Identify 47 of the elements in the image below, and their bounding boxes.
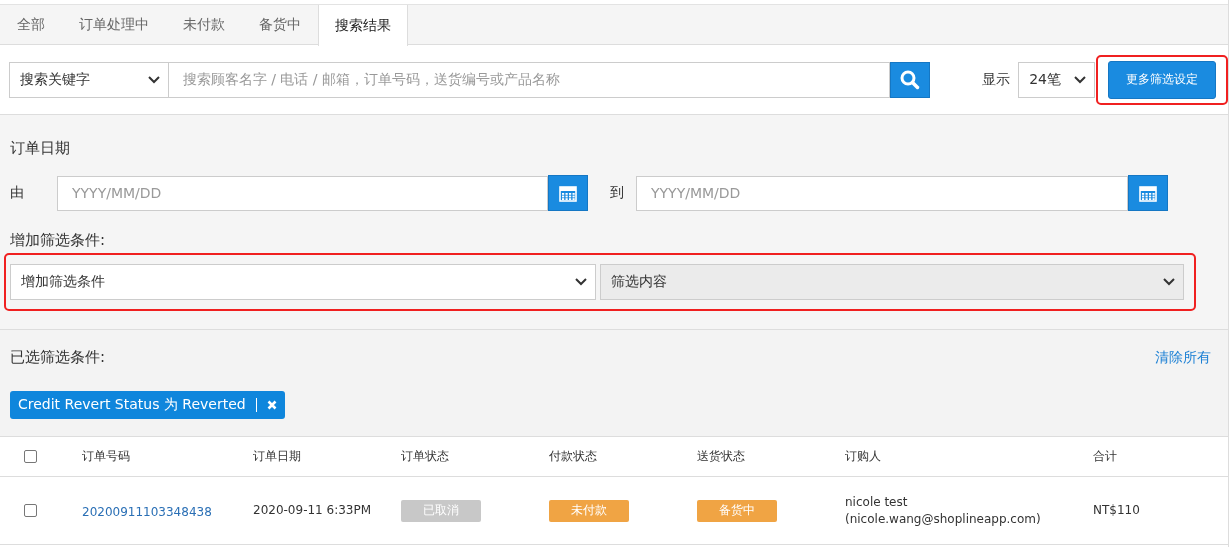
search-button[interactable]	[890, 61, 931, 98]
keyword-select[interactable]: 搜索关键字	[9, 61, 169, 98]
section-title: 已选筛选条件:	[10, 348, 106, 367]
status-badge: 未付款	[549, 499, 629, 522]
chevron-icon	[147, 75, 160, 84]
column-header: 订购人	[845, 448, 882, 465]
column-header: 付款状态	[549, 448, 598, 465]
section-title: 订单日期	[9, 139, 71, 158]
more-filters-button[interactable]: 更多筛选设定	[1108, 60, 1216, 99]
calendar-icon	[559, 184, 577, 202]
calendar-button[interactable]	[548, 175, 588, 211]
chevron-icon	[1074, 75, 1086, 84]
tab[interactable]: 备货中	[242, 5, 318, 45]
buyer-name: nicole test	[845, 493, 909, 511]
tab[interactable]: 未付款	[166, 5, 242, 45]
chevron-icon	[575, 278, 587, 286]
search-icon	[900, 69, 921, 90]
table-cell-text: 2020-09-11 6:33PM	[253, 502, 373, 519]
page-size-select[interactable]: 24笔	[1018, 61, 1095, 98]
column-header: 订单号码	[82, 448, 131, 465]
show-label: 显示	[982, 70, 1011, 89]
order-link[interactable]: 20200911103348438	[82, 505, 212, 519]
chevron-icon	[1163, 278, 1175, 286]
search-field[interactable]: 搜索顾客名字 / 电话 / 邮箱，订单号码，送货编号或产品名称	[168, 61, 891, 98]
column-header: 送货状态	[697, 448, 746, 465]
column-header: 订单状态	[401, 448, 450, 465]
tab[interactable]: 搜索结果	[318, 5, 408, 46]
status-badge: 备货中	[697, 499, 777, 522]
close-icon[interactable]	[266, 400, 277, 410]
column-header: 合计	[1093, 448, 1118, 465]
tag-label: Credit Revert Status 为 Reverted	[18, 396, 246, 414]
tab[interactable]: 全部	[0, 5, 62, 45]
condition-select[interactable]: 增加筛选条件	[10, 264, 596, 300]
buyer-email: (nicole.wang@shoplineapp.com)	[845, 510, 1042, 528]
date-field[interactable]: YYYY/MM/DD	[57, 175, 548, 211]
calendar-icon	[1139, 184, 1157, 202]
checkbox[interactable]	[24, 450, 37, 463]
clear-all-link[interactable]: 清除所有	[1155, 348, 1211, 367]
to-label: 到	[609, 184, 625, 202]
checkbox[interactable]	[24, 504, 37, 517]
column-header: 订单日期	[253, 448, 302, 465]
date-field[interactable]: YYYY/MM/DD	[636, 175, 1128, 211]
from-label: 由	[10, 184, 25, 202]
calendar-button[interactable]	[1128, 175, 1168, 211]
tab[interactable]: 订单处理中	[62, 5, 166, 45]
section-title: 增加筛选条件:	[9, 231, 107, 250]
table-cell-text: NT$110	[1093, 502, 1141, 519]
